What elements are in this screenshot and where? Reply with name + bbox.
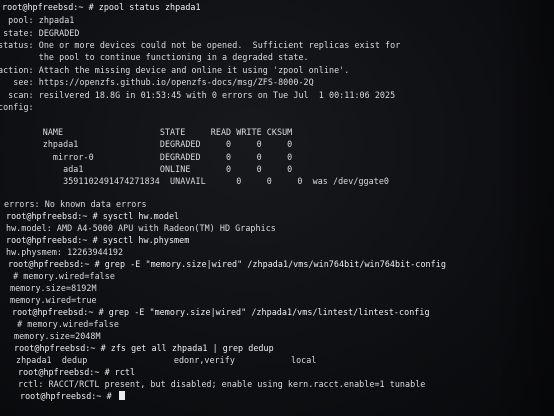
terminal-line: memory.size=2048M xyxy=(14,331,101,341)
terminal-line: pool: zhpada1 xyxy=(0,15,75,25)
terminal-line: hw.physmem: 12263944192 xyxy=(6,247,124,257)
terminal-line: rctl: RACCT/RCTL present, but disabled; … xyxy=(18,379,426,389)
terminal-line-command: root@hpfreebsd:~ # grep -E "memory.size|… xyxy=(12,307,430,317)
terminal-line: errors: No known data errors xyxy=(4,199,147,209)
terminal-line: the pool to continue functioning in a de… xyxy=(0,52,309,62)
terminal-line: zhpada1 dedup edonr,verify local xyxy=(16,355,317,365)
terminal-line: status: One or more devices could not be… xyxy=(0,40,401,50)
terminal-line-command: root@hpfreebsd:~ # rctl xyxy=(18,367,136,377)
terminal-line-command: root@hpfreebsd:~ # sysctl hw.physmem xyxy=(6,235,190,245)
terminal-screen[interactable]: root@hpfreebsd:~ # zpool status zhpada1 … xyxy=(0,0,554,416)
terminal-line-command: root@hpfreebsd:~ # sysctl hw.model xyxy=(6,211,180,221)
zpool-config-row: 3591102491474271834 UNAVAIL 0 0 0 was /d… xyxy=(2,176,390,186)
zpool-config-row: mirror-0 DEGRADED 0 0 0 xyxy=(2,152,293,162)
terminal-line: scan: resilvered 18.8G in 01:53:45 with … xyxy=(0,90,396,100)
terminal-line-command: root@hpfreebsd:~ # zpool status zhpada1 xyxy=(2,2,201,12)
terminal-prompt-line[interactable]: root@hpfreebsd:~ # xyxy=(20,391,125,401)
terminal-line-command: root@hpfreebsd:~ # zfs get all zhpada1 |… xyxy=(14,343,274,353)
zpool-config-row: zhpada1 DEGRADED 0 0 0 xyxy=(2,139,293,149)
terminal-prompt: root@hpfreebsd:~ # xyxy=(20,391,117,401)
zpool-config-row: ada1 ONLINE 0 0 0 xyxy=(2,164,293,174)
zpool-config-header: NAME STATE READ WRITE CKSUM xyxy=(2,127,293,137)
terminal-line: memory.size=8192M xyxy=(10,283,97,293)
terminal-line-command: root@hpfreebsd:~ # grep -E "memory.size|… xyxy=(8,259,446,269)
screen-vignette xyxy=(494,0,554,416)
terminal-line: see: https://openzfs.github.io/openzfs-d… xyxy=(0,77,314,87)
terminal-line: config: xyxy=(0,102,34,112)
terminal-line: state: DEGRADED xyxy=(0,28,80,38)
text-cursor xyxy=(118,391,125,400)
terminal-line: action: Attach the missing device and on… xyxy=(0,65,350,75)
terminal-line: memory.wired=true xyxy=(10,295,97,305)
terminal-line: hw.model: AMD A4-5000 APU with Radeon(TM… xyxy=(6,223,276,233)
terminal-line: # memory.wired=false xyxy=(8,271,115,281)
terminal-line: # memory.wired=false xyxy=(12,319,119,329)
